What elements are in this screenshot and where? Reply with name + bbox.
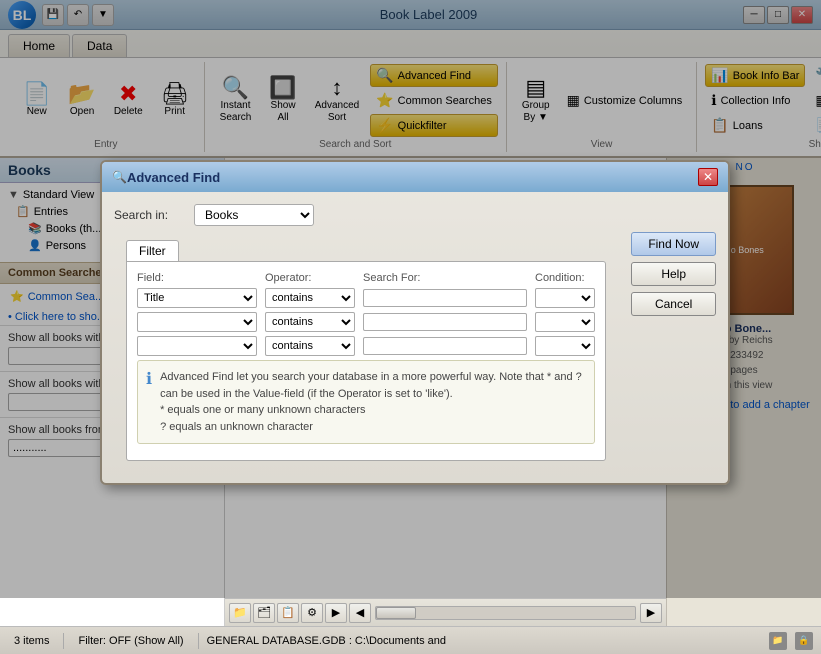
help-dialog-button[interactable]: Help [631,262,716,286]
operator-select-1[interactable]: contains equals like [265,288,355,308]
field-header: Field: [137,272,257,284]
search-for-header: Search For: [363,272,527,284]
modal-button-group: Find Now Help Cancel [631,232,716,316]
find-now-button[interactable]: Find Now [631,232,716,256]
modal-title: Advanced Find [127,170,220,185]
tab-filter[interactable]: Filter [126,240,179,261]
filter-row-1: Title Author ISBN contains equals like A… [137,288,595,308]
scroll-thumb [376,607,416,619]
lock-icon[interactable]: 🔒 [795,632,813,650]
search-input-3[interactable] [363,337,527,355]
condition-header: Condition: [535,272,595,284]
scroll-right-button[interactable]: ▶ [640,603,662,623]
operator-select-3[interactable]: contains [265,336,355,356]
info-text-container: Advanced Find let you search your databa… [160,369,586,435]
field-select-1[interactable]: Title Author ISBN [137,288,257,308]
horizontal-scrollbar[interactable] [375,606,636,620]
status-bar: 3 items Filter: OFF (Show All) GENERAL D… [0,626,821,654]
toolbar-btn-5[interactable]: ▶ [325,603,347,623]
search-input-1[interactable] [363,289,527,307]
modal-overlay: 🔍 Advanced Find ✕ Search in: Books Perso… [0,0,821,598]
items-count: 3 items [8,633,55,649]
filter-headers: Field: Operator: Search For: Condition: [137,272,595,284]
filter-row-2: Title contains [137,312,595,332]
advanced-find-dialog: 🔍 Advanced Find ✕ Search in: Books Perso… [100,160,730,485]
info-text-star: * equals one or many unknown characters [160,402,586,419]
info-text-question: ? equals an unknown character [160,419,586,436]
status-separator-2 [198,633,199,649]
info-text-main: Advanced Find let you search your databa… [160,369,586,402]
toolbar-btn-4[interactable]: ⚙ [301,603,323,623]
toolbar-btn-2[interactable]: 🗂 [253,603,275,623]
condition-select-2[interactable] [535,312,595,332]
condition-select-3[interactable] [535,336,595,356]
modal-close-button[interactable]: ✕ [698,168,718,186]
info-icon: ℹ [146,369,152,435]
search-in-row: Search in: Books Persons [114,204,716,226]
info-box: ℹ Advanced Find let you search your data… [137,360,595,444]
modal-title-icon: 🔍 [112,170,127,184]
filter-status: Filter: OFF (Show All) [72,633,189,649]
scroll-left-button[interactable]: ◀ [349,603,371,623]
filter-row-3: contains [137,336,595,356]
toolbar-btn-1[interactable]: 📁 [229,603,251,623]
operator-select-2[interactable]: contains [265,312,355,332]
cancel-button[interactable]: Cancel [631,292,716,316]
db-icon[interactable]: 📁 [769,632,787,650]
condition-select-1[interactable]: AND OR [535,288,595,308]
search-input-2[interactable] [363,313,527,331]
modal-title-bar: 🔍 Advanced Find ✕ [102,162,728,192]
toolbar-btn-3[interactable]: 📋 [277,603,299,623]
status-separator-1 [63,633,64,649]
search-in-select[interactable]: Books Persons [194,204,314,226]
field-select-3[interactable] [137,336,257,356]
modal-body: Search in: Books Persons Find Now Help C… [102,192,728,483]
filter-tab-bar: Filter [114,236,716,261]
database-path: GENERAL DATABASE.GDB : C:\Documents and [207,635,761,647]
search-in-label: Search in: [114,208,184,222]
field-select-2[interactable]: Title [137,312,257,332]
filter-content: Field: Operator: Search For: Condition: … [126,261,606,461]
bottom-toolbar: 📁 🗂 📋 ⚙ ▶ ◀ ▶ [225,598,666,626]
operator-header: Operator: [265,272,355,284]
